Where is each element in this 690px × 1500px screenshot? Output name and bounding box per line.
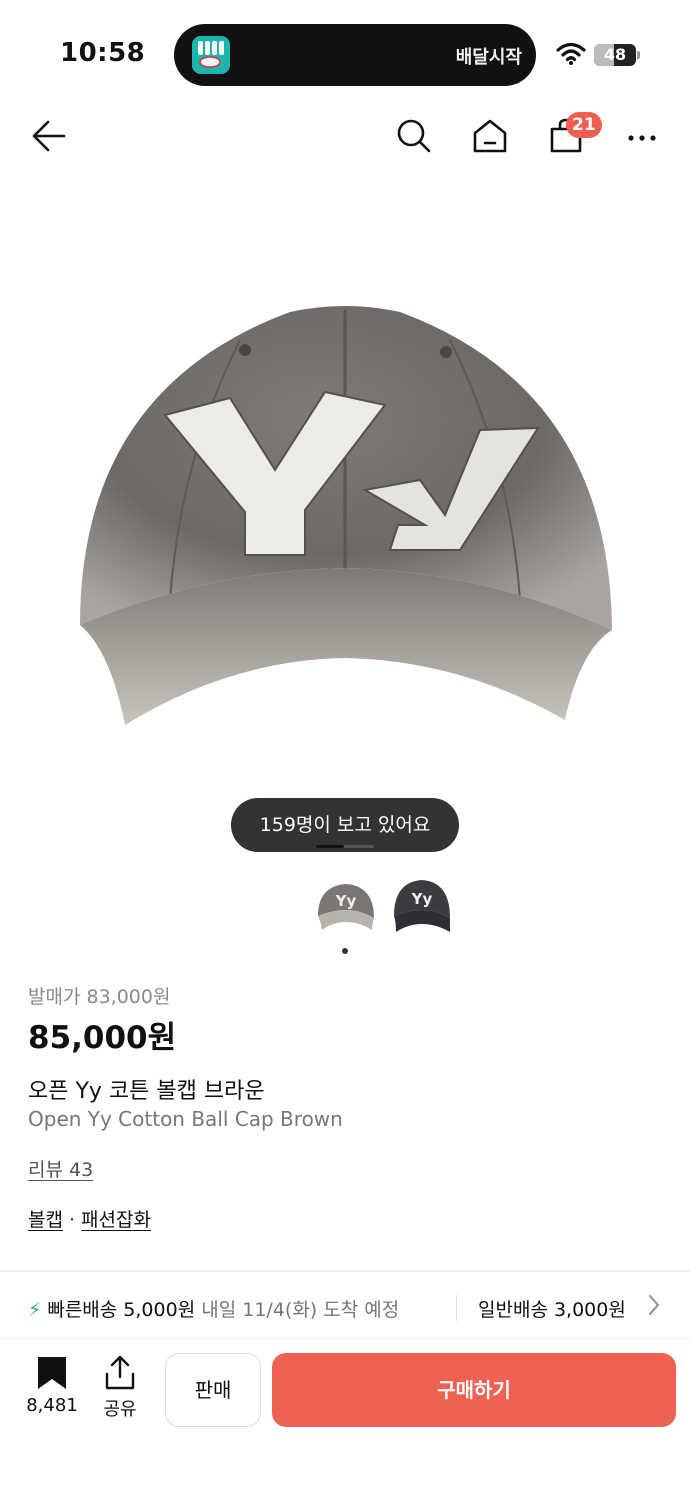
status-bar: 10:58 배달시작 48 [0,0,690,100]
category-link-ballcap[interactable]: 볼캡 [28,1209,63,1231]
share-label: 공유 [103,1399,137,1420]
thumbnail-brown[interactable]: Yy [314,874,378,938]
sell-button[interactable]: 판매 [165,1353,261,1427]
svg-text:Yy: Yy [411,890,433,908]
wifi-icon [556,42,586,70]
battery-tip [637,51,640,59]
fast-shipping-eta: 내일 11/4(화) 도착 예정 [201,1299,400,1321]
chevron-right-icon[interactable] [646,1293,662,1323]
svg-text:Yy: Yy [335,892,357,910]
bookmark-count: 8,481 [26,1395,78,1416]
product-title-ko: 오픈 Yy 코튼 볼캡 브라운 [28,1079,265,1104]
delivery-app-icon [192,36,230,74]
back-button[interactable] [24,112,72,160]
thumbnail-indicator [342,948,348,954]
status-time: 10:58 [60,38,146,68]
home-button[interactable] [466,112,514,160]
battery-icon: 48 [594,44,636,66]
release-price: 발매가 83,000원 [28,986,171,1008]
review-link[interactable]: 리뷰 43 [28,1155,93,1182]
battery-level: 48 [603,45,627,64]
section-divider [0,1270,690,1272]
home-icon [473,119,507,153]
dynamic-island[interactable]: 배달시작 [174,24,536,86]
search-icon [397,119,431,153]
share-button[interactable]: 공유 [96,1355,144,1420]
normal-shipping-option[interactable]: 일반배송 3,000원 [478,1295,626,1322]
bottom-bar-divider [0,1338,690,1339]
category-link-fashion-goods[interactable]: 패션잡화 [81,1209,151,1231]
buy-button[interactable]: 구매하기 [272,1353,676,1427]
search-button[interactable] [390,112,438,160]
bookmark-icon [38,1357,66,1389]
cart-count-badge: 21 [566,112,602,138]
share-icon [105,1355,135,1390]
bookmark-button[interactable]: 8,481 [22,1355,82,1419]
shipping-separator [456,1295,457,1321]
category-breadcrumb: 볼캡 · 패션잡화 [28,1205,151,1232]
product-title-en: Open Yy Cotton Ball Cap Brown [28,1107,343,1131]
product-image[interactable] [60,280,630,750]
image-pager-active [316,845,344,848]
back-arrow-icon [32,120,66,152]
activity-text: 배달시작 [455,47,522,68]
more-button[interactable] [618,112,666,160]
thumbnail-charcoal[interactable]: Yy [390,874,454,938]
lightning-icon: ⚡ [28,1299,42,1321]
price: 85,000원 [28,1020,177,1056]
viewers-badge: 159명이 보고 있어요 [231,798,459,852]
more-icon [628,135,656,141]
fast-shipping-label: 빠른배송 5,000원 [47,1299,196,1321]
image-pager [316,845,374,848]
category-separator: · [68,1209,76,1231]
fast-shipping-option[interactable]: ⚡ 빠른배송 5,000원 내일 11/4(화) 도착 예정 [28,1295,399,1322]
shipping-options[interactable]: ⚡ 빠른배송 5,000원 내일 11/4(화) 도착 예정 일반배송 3,000… [0,1273,690,1339]
